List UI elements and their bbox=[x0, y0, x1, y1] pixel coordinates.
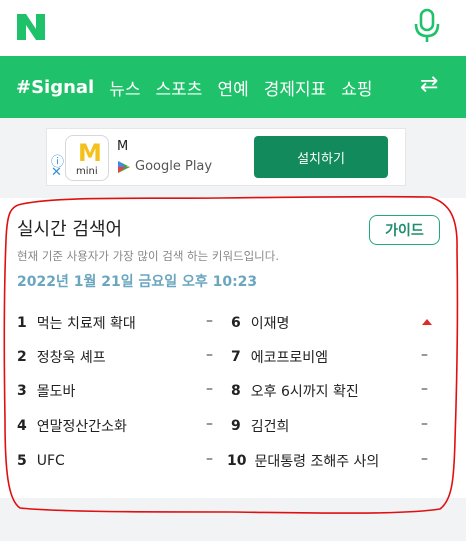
tab-signal[interactable]: #Signal bbox=[16, 77, 94, 98]
rank-number: 10 bbox=[227, 453, 247, 469]
trend-same-icon: – bbox=[421, 347, 428, 363]
card-timestamp: 2022년 1월 21일 금요일 오후 10:23 bbox=[17, 274, 258, 290]
footer-band bbox=[0, 498, 466, 541]
rank-item-5[interactable]: 5 UFC bbox=[17, 451, 65, 471]
rank-number: 1 bbox=[17, 315, 27, 331]
ad-store-label: Google Play bbox=[135, 159, 213, 174]
trend-same-icon: – bbox=[206, 381, 213, 397]
rank-number: 3 bbox=[17, 383, 27, 399]
page: #Signal 뉴스 스포츠 연예 경제지표 쇼핑 ⇄ ⓘ ✕ M mini M… bbox=[0, 0, 466, 541]
rank-number: 9 bbox=[231, 418, 241, 434]
rank-item-2[interactable]: 2 정창욱 셰프 bbox=[17, 347, 106, 367]
top-bar bbox=[0, 0, 466, 56]
rank-item-9[interactable]: 9 김건희 bbox=[231, 416, 289, 436]
rank-keyword: 문대통령 조해주 사의 bbox=[254, 454, 380, 470]
rank-keyword: 정창욱 셰프 bbox=[36, 350, 106, 366]
trend-same-icon: – bbox=[206, 416, 213, 432]
rank-number: 8 bbox=[231, 383, 241, 399]
app-icon-letter: M bbox=[78, 139, 102, 167]
rank-keyword: 연말정산간소화 bbox=[36, 419, 127, 435]
swap-icon[interactable]: ⇄ bbox=[420, 72, 438, 97]
ad-close-icon[interactable]: ✕ bbox=[51, 165, 62, 180]
rank-item-3[interactable]: 3 몰도바 bbox=[17, 381, 75, 401]
rank-keyword: UFC bbox=[36, 453, 65, 469]
realtime-search-card: 실시간 검색어 가이드 현재 기준 사용자가 가장 많이 검색 하는 키워드입니… bbox=[0, 198, 466, 498]
app-icon-sub: mini bbox=[76, 166, 98, 177]
trend-same-icon: – bbox=[206, 451, 213, 467]
rank-keyword: 에코프로비엠 bbox=[250, 350, 329, 366]
rank-item-10[interactable]: 10 문대통령 조해주 사의 bbox=[227, 451, 379, 471]
naver-logo[interactable] bbox=[14, 10, 48, 44]
rank-keyword: 몰도바 bbox=[36, 384, 76, 400]
trend-same-icon: – bbox=[421, 381, 428, 397]
install-button[interactable]: 설치하기 bbox=[254, 136, 388, 178]
nav-bar: #Signal 뉴스 스포츠 연예 경제지표 쇼핑 ⇄ bbox=[0, 56, 466, 118]
ad-app-name: M bbox=[117, 139, 129, 154]
tab-economy[interactable]: 경제지표 bbox=[264, 75, 327, 100]
rank-number: 2 bbox=[17, 349, 27, 365]
tab-sports[interactable]: 스포츠 bbox=[156, 75, 203, 100]
rank-keyword: 이재명 bbox=[250, 316, 290, 332]
rank-item-6[interactable]: 6 이재명 bbox=[231, 313, 289, 333]
ad-banner[interactable]: ⓘ ✕ M mini M Google Play 설치하기 bbox=[46, 128, 406, 186]
tab-news[interactable]: 뉴스 bbox=[109, 75, 140, 100]
card-description: 현재 기준 사용자가 가장 많이 검색 하는 키워드입니다. bbox=[17, 249, 280, 263]
rank-item-1[interactable]: 1 먹는 치료제 확대 bbox=[17, 313, 136, 333]
rank-item-7[interactable]: 7 에코프로비엠 bbox=[231, 347, 328, 367]
app-icon: M mini bbox=[65, 135, 109, 181]
guide-button[interactable]: 가이드 bbox=[369, 215, 440, 245]
mic-icon[interactable] bbox=[412, 8, 442, 44]
card-title: 실시간 검색어 bbox=[17, 219, 123, 240]
rank-number: 5 bbox=[17, 453, 27, 469]
trend-same-icon: – bbox=[206, 347, 213, 363]
rank-keyword: 먹는 치료제 확대 bbox=[36, 316, 136, 332]
trend-same-icon: – bbox=[206, 313, 213, 329]
rank-item-8[interactable]: 8 오후 6시까지 확진 bbox=[231, 381, 359, 401]
rank-item-4[interactable]: 4 연말정산간소화 bbox=[17, 416, 127, 436]
google-play-icon bbox=[118, 160, 130, 173]
rank-number: 4 bbox=[17, 418, 27, 434]
trend-same-icon: – bbox=[421, 451, 428, 467]
rank-keyword: 오후 6시까지 확진 bbox=[250, 384, 359, 400]
tab-shopping[interactable]: 쇼핑 bbox=[341, 75, 372, 100]
trend-same-icon: – bbox=[421, 416, 428, 432]
tab-entertainment[interactable]: 연예 bbox=[217, 75, 248, 100]
trend-up-icon bbox=[422, 319, 432, 325]
rank-number: 6 bbox=[231, 315, 241, 331]
rank-number: 7 bbox=[231, 349, 241, 365]
ad-store: Google Play bbox=[117, 159, 212, 174]
rank-keyword: 김건희 bbox=[250, 419, 290, 435]
